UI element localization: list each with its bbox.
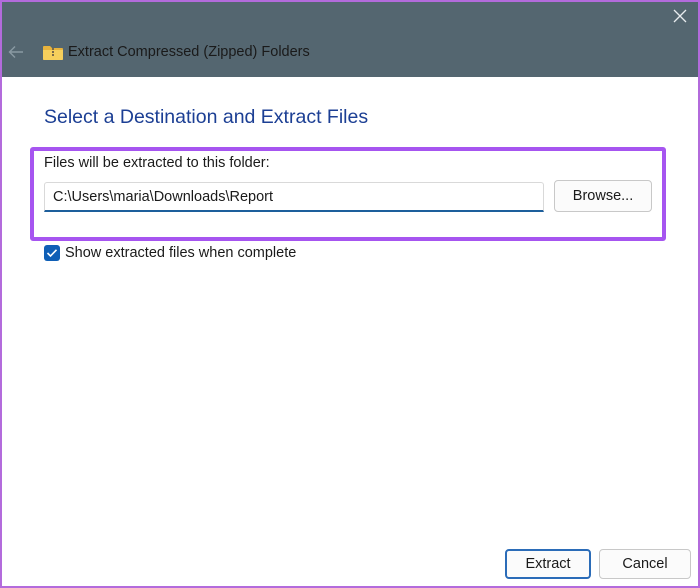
extract-button[interactable]: Extract: [505, 549, 591, 579]
back-button[interactable]: [4, 40, 28, 64]
close-icon: [673, 9, 687, 23]
folder-label: Files will be extracted to this folder:: [44, 155, 270, 171]
back-arrow-icon: [8, 46, 23, 58]
dialog-footer: [2, 513, 698, 586]
title-bar: Extract Compressed (Zipped) Folders: [2, 2, 698, 77]
close-button[interactable]: [668, 4, 692, 28]
show-files-checkbox[interactable]: [44, 245, 60, 261]
show-files-label: Show extracted files when complete: [65, 245, 297, 261]
destination-path-input[interactable]: [44, 182, 544, 212]
browse-button[interactable]: Browse...: [554, 180, 652, 212]
window-title: Extract Compressed (Zipped) Folders: [68, 44, 310, 60]
checkmark-icon: [46, 249, 58, 258]
show-files-option[interactable]: Show extracted files when complete: [44, 245, 296, 261]
zip-folder-icon: [43, 46, 63, 60]
page-title: Select a Destination and Extract Files: [44, 106, 369, 128]
cancel-button[interactable]: Cancel: [599, 549, 691, 579]
extract-dialog: Extract Compressed (Zipped) Folders Sele…: [0, 0, 700, 588]
